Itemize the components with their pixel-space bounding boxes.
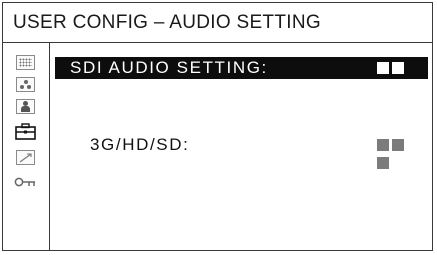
value-block	[392, 62, 404, 74]
title-bar: USER CONFIG – AUDIO SETTING	[3, 3, 432, 43]
pencil-arrow-icon[interactable]	[16, 150, 35, 165]
menu-header-value-blocks	[377, 62, 421, 92]
key-icon[interactable]	[14, 175, 37, 187]
settings-panel: SDI AUDIO SETTING: 3G/HD/SD:	[50, 43, 432, 250]
selected-menu-header[interactable]: SDI AUDIO SETTING:	[55, 57, 428, 92]
value-block	[377, 139, 389, 151]
value-block	[392, 139, 404, 151]
toolbox-icon[interactable]	[15, 123, 36, 140]
setting-row-3g-hd-sd[interactable]: 3G/HD/SD:	[55, 134, 428, 169]
page-title: USER CONFIG – AUDIO SETTING	[13, 12, 321, 33]
camera-dots-icon[interactable]	[16, 77, 35, 92]
setting-value-blocks	[377, 139, 421, 169]
menu-screen: USER CONFIG – AUDIO SETTING SDI AUDIO SE…	[2, 2, 433, 251]
menu-grid-icon[interactable]	[16, 55, 35, 70]
value-block	[377, 80, 389, 92]
menu-category-sidebar	[3, 43, 50, 250]
person-icon[interactable]	[16, 99, 35, 114]
value-block	[377, 157, 389, 169]
value-block	[377, 62, 389, 74]
setting-label: 3G/HD/SD:	[90, 135, 190, 154]
menu-header-label: SDI AUDIO SETTING:	[70, 58, 268, 77]
